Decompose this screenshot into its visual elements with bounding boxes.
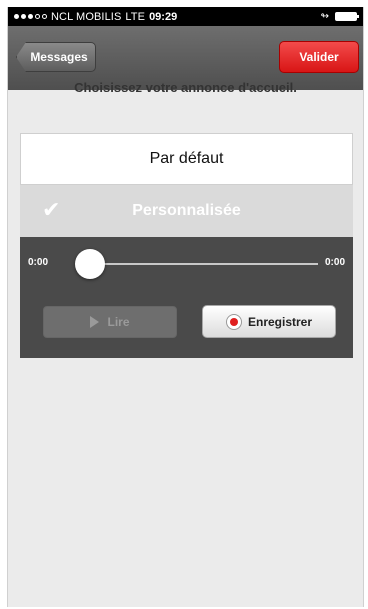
phone-screen: NCL MOBILIS LTE 09:29 ↬ Messages Valider… <box>7 7 364 607</box>
instruction-text: Choisissez votre annonce d'accueil. <box>74 80 297 95</box>
current-time: 0:00 <box>28 257 49 268</box>
status-bar: NCL MOBILIS LTE 09:29 ↬ <box>8 7 363 26</box>
play-label: Lire <box>107 315 130 329</box>
option-default-label: Par défaut <box>149 150 224 167</box>
greeting-player: 0:00 0:00 Lire Enregistrer <box>20 237 353 358</box>
back-button[interactable]: Messages <box>16 42 96 72</box>
network-type: LTE <box>125 10 146 23</box>
checkmark-icon: ✔ <box>42 197 61 222</box>
signal-strength-icon <box>14 14 47 19</box>
option-default-greeting[interactable]: Par défaut <box>20 133 353 185</box>
location-arrow-icon: ↬ <box>320 11 329 22</box>
record-icon <box>225 313 242 330</box>
progress-track[interactable] <box>78 263 318 265</box>
valider-button[interactable]: Valider <box>279 41 359 73</box>
progress-slider-thumb[interactable] <box>75 249 105 279</box>
option-custom-greeting[interactable]: ✔ Personnalisée <box>20 185 353 237</box>
option-custom-label: Personnalisée <box>132 202 241 219</box>
record-label: Enregistrer <box>247 314 313 329</box>
battery-icon <box>335 12 359 21</box>
play-icon <box>90 316 100 328</box>
status-time: 09:29 <box>149 10 178 23</box>
total-time: 0:00 <box>324 257 345 268</box>
play-button[interactable]: Lire <box>43 306 177 338</box>
carrier-name: NCL MOBILIS <box>51 10 122 23</box>
record-button[interactable]: Enregistrer <box>202 305 336 338</box>
